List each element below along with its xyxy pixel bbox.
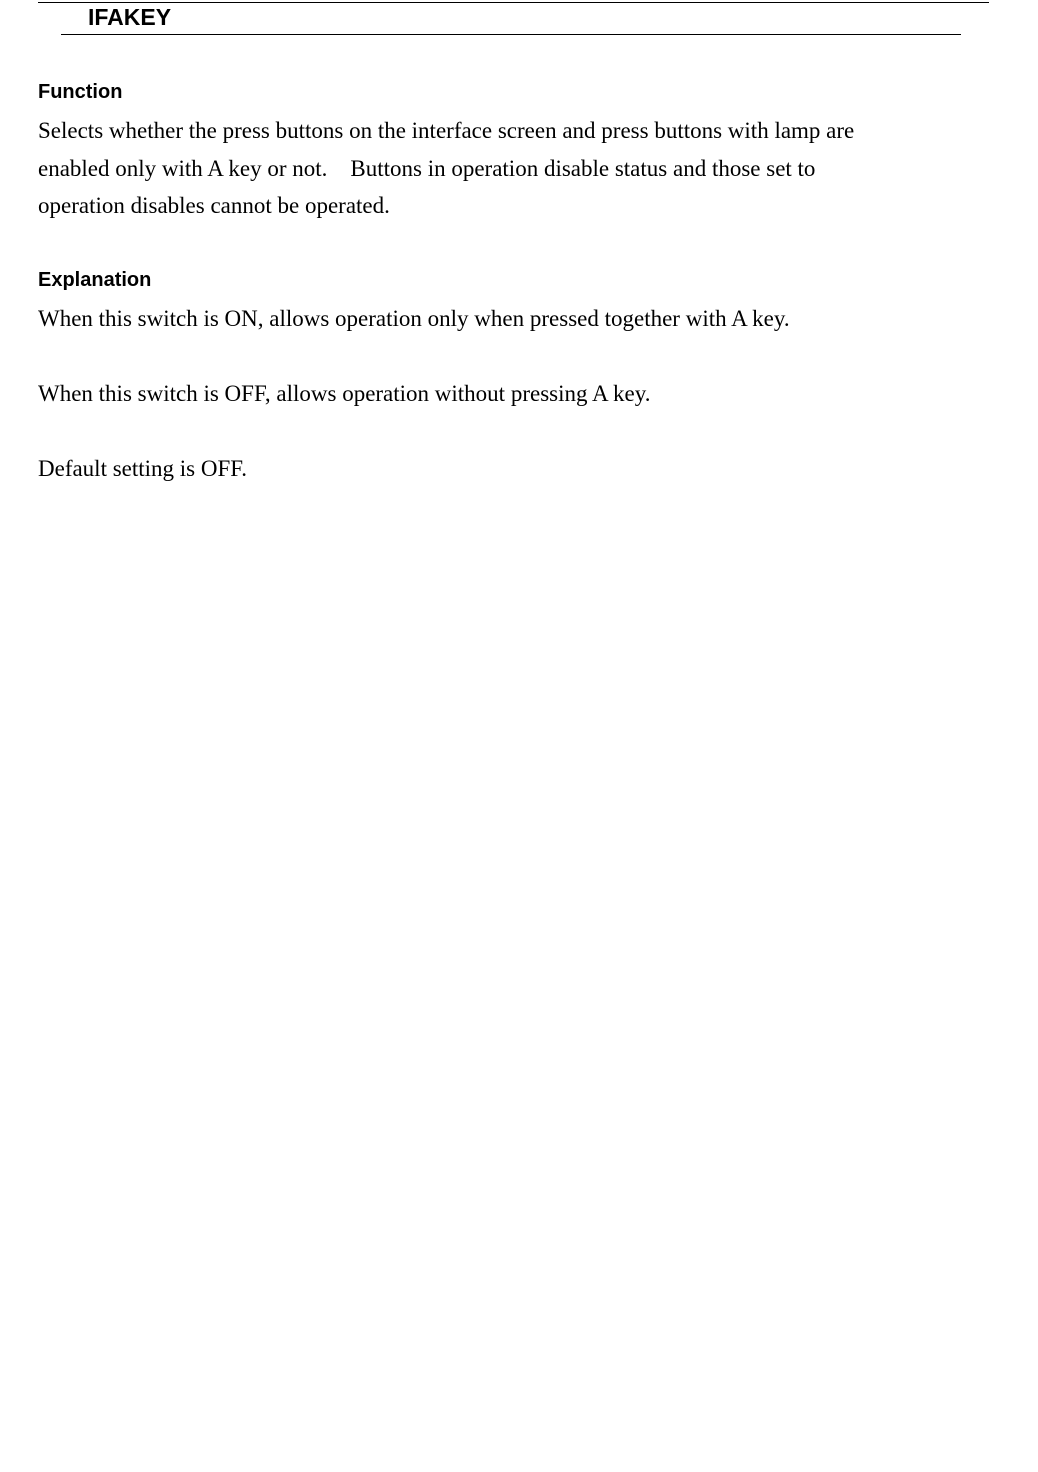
explanation-off-text: When this switch is OFF, allows operatio… bbox=[38, 381, 651, 406]
page-title: IFAKEY bbox=[88, 4, 172, 30]
top-rule bbox=[38, 2, 989, 3]
default-setting-text: Default setting is OFF. bbox=[38, 456, 247, 481]
function-line: enabled only with A key or not. Buttons … bbox=[38, 155, 816, 181]
function-description: Selects whether the press buttons on the… bbox=[38, 112, 938, 225]
explanation-on-text: When this switch is ON, allows operation… bbox=[38, 306, 790, 331]
explanation-heading: Explanation bbox=[38, 269, 152, 291]
function-line: Selects whether the press buttons on the… bbox=[38, 118, 855, 143]
title-underline bbox=[61, 34, 961, 35]
function-heading: Function bbox=[38, 81, 123, 103]
function-line: operation disables cannot be operated. bbox=[38, 193, 390, 218]
